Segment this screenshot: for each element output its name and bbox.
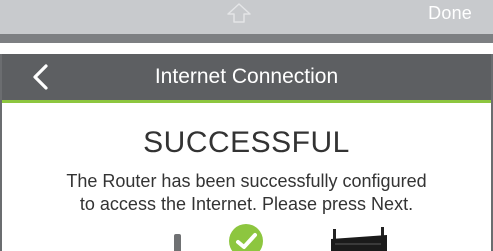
title-bar: Internet Connection bbox=[2, 54, 491, 100]
keyboard-bottom-border bbox=[0, 34, 493, 43]
shift-arrow-icon[interactable] bbox=[226, 2, 252, 24]
message-line-2: to access the Internet. Please press Nex… bbox=[79, 194, 414, 214]
keyboard-bar: Done bbox=[0, 0, 493, 35]
page-title: Internet Connection bbox=[154, 65, 339, 88]
modem-icon bbox=[174, 234, 181, 251]
router-icon bbox=[331, 227, 387, 251]
status-heading: SUCCESSFUL bbox=[143, 126, 350, 159]
check-icon bbox=[229, 224, 263, 251]
title-accent-bar bbox=[2, 100, 491, 103]
status-message: The Router has been successfully configu… bbox=[0, 170, 493, 216]
screen: Done Internet Connection SUCCESSFUL The … bbox=[0, 0, 493, 251]
message-line-1: The Router has been successfully configu… bbox=[66, 171, 427, 191]
done-button[interactable]: Done bbox=[428, 3, 472, 24]
